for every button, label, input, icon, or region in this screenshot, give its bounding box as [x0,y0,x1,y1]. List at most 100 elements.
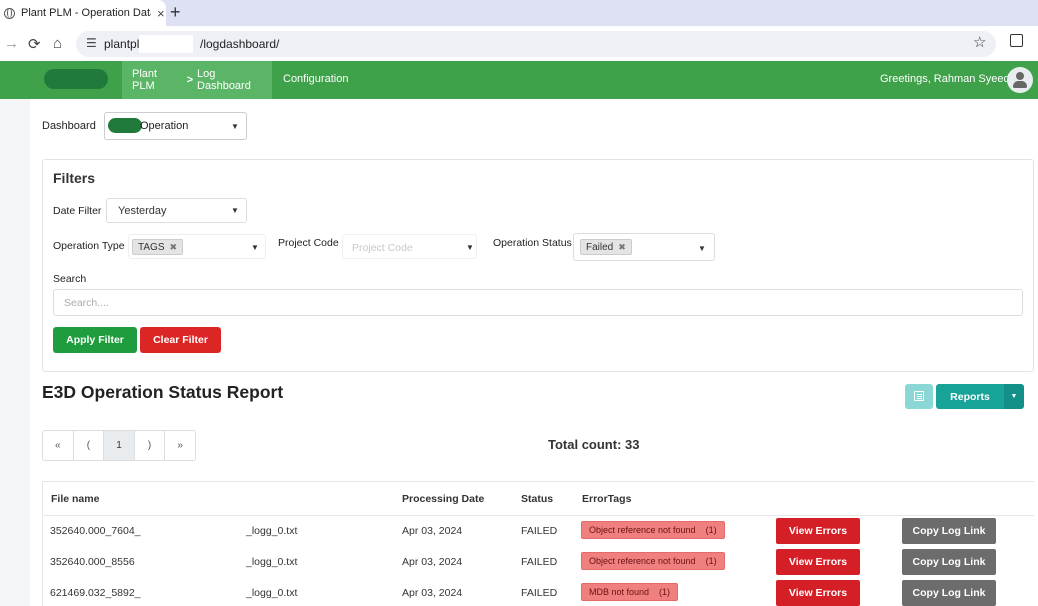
browser-tab[interactable]: Plant PLM - Operation Data Analysis × [0,0,166,26]
view-errors-button[interactable]: View Errors [776,580,860,606]
site-settings-icon[interactable]: ☰ [86,36,97,50]
list-icon [914,391,924,401]
error-tag-label: Object reference not found [589,525,696,535]
apply-filter-button[interactable]: Apply Filter [53,327,137,353]
row-file-name-end: _logg_0.txt [246,556,298,568]
divider [43,515,1034,516]
row-processing-date: Apr 03, 2024 [402,556,463,568]
caret-down-icon: ▼ [231,122,239,131]
operation-status-chip[interactable]: Failed ✖ [580,239,632,255]
breadcrumb[interactable]: Plant PLM > Log Dashboard [122,61,272,99]
operation-status-label: Operation Status [493,237,572,249]
caret-down-icon: ▼ [466,243,474,252]
copy-log-link-button[interactable]: Copy Log Link [902,518,996,544]
error-tag-count: (1) [659,587,671,597]
new-tab-button[interactable]: + [170,2,181,23]
row-file-name-end: _logg_0.txt [246,525,298,537]
report-title: E3D Operation Status Report [42,382,284,402]
redacted-region [139,35,193,53]
back-arrow-icon[interactable]: → [4,35,19,52]
project-code-select[interactable]: Project Code ▼ [342,234,477,259]
filters-title: Filters [53,170,96,186]
company-logo [44,69,108,89]
date-filter-select[interactable]: Yesterday ▼ [106,198,247,223]
address-toolbar: → ⟳ ⌂ ☰ plantplm /logdashboard/ ☆ [0,26,1038,61]
date-filter-label: Date Filter [53,205,102,217]
row-processing-date: Apr 03, 2024 [402,525,463,537]
user-greeting: Greetings, Rahman Syeedur [880,73,1020,85]
view-errors-button[interactable]: View Errors [776,518,860,544]
page-number-button[interactable]: 1 [104,431,135,460]
row-status: FAILED [521,525,558,537]
dashboard-select[interactable]: Operation ▼ [104,112,247,140]
browser-tab-strip: Plant PLM - Operation Data Analysis × + [0,0,1038,26]
row-file-name-start: 352640.000_7604_ [50,525,141,537]
error-tag-badge: Object reference not found (1) [581,552,725,570]
copy-log-link-button[interactable]: Copy Log Link [902,580,996,606]
app-header: Plant PLM > Log Dashboard Configuration … [0,61,1038,99]
total-count: Total count: 33 [548,437,640,452]
search-label: Search [53,273,87,285]
page-first-button[interactable]: « [43,431,74,460]
list-view-button[interactable] [905,384,933,409]
reports-dropdown-toggle[interactable]: ▼ [1004,384,1024,409]
chevron-right-icon: > [186,74,194,86]
redacted-region [108,118,142,133]
dashboard-label: Dashboard [42,120,96,132]
remove-chip-icon[interactable]: ✖ [169,242,177,253]
nav-configuration[interactable]: Configuration [283,73,348,85]
row-processing-date: Apr 03, 2024 [402,587,463,599]
operation-type-label: Operation Type [53,240,125,252]
operation-type-select[interactable]: TAGS ✖ ▼ [128,234,266,259]
row-status: FAILED [521,587,558,599]
column-header-status: Status [521,493,554,505]
row-status: FAILED [521,556,558,568]
pagination: « ( 1 ) » [42,430,196,461]
error-tag-badge: MDB not found (1) [581,583,679,601]
caret-down-icon: ▼ [231,206,239,215]
page-prev-button[interactable]: ( [74,431,105,460]
reports-button[interactable]: Reports [936,384,1004,409]
view-errors-button[interactable]: View Errors [776,549,860,575]
operation-type-chip[interactable]: TAGS ✖ [132,239,184,255]
bookmark-star-icon[interactable]: ☆ [973,33,986,51]
page-last-button[interactable]: » [165,431,195,460]
close-tab-icon[interactable]: × [157,6,165,21]
breadcrumb-app: Plant PLM [132,68,158,92]
tab-title: Plant PLM - Operation Data Analysis [21,7,151,19]
row-file-name-start: 621469.032_5892_ [50,587,141,599]
error-tag-label: Object reference not found [589,556,696,566]
column-header-file-name: File name [51,493,100,505]
date-filter-value: Yesterday [118,205,167,217]
caret-down-icon: ▼ [698,244,706,253]
caret-down-icon: ▼ [251,243,259,252]
url-field[interactable]: ☰ plantplm /logdashboard/ [76,31,996,57]
column-header-processing-date: Processing Date [402,493,485,505]
reload-icon[interactable]: ⟳ [28,35,41,53]
home-icon[interactable]: ⌂ [53,35,62,52]
row-file-name-end: _logg_0.txt [246,587,298,599]
extensions-icon[interactable] [1010,34,1023,47]
row-file-name-start: 352640.000_8556 [50,556,135,568]
error-tag-count: (1) [705,556,717,566]
breadcrumb-page: Log Dashboard [197,68,251,92]
copy-log-link-button[interactable]: Copy Log Link [902,549,996,575]
clear-filter-button[interactable]: Clear Filter [140,327,221,353]
chip-label: Failed [586,241,614,253]
error-tag-count: (1) [705,525,717,535]
project-code-placeholder: Project Code [352,242,413,254]
left-gutter [0,99,30,606]
operation-status-select[interactable]: Failed ✖ ▼ [573,233,715,261]
dashboard-selected: Operation [140,120,189,132]
chip-label: TAGS [138,241,165,253]
project-code-label: Project Code [278,237,339,249]
remove-chip-icon[interactable]: ✖ [618,242,626,253]
page-next-button[interactable]: ) [135,431,166,460]
error-tag-label: MDB not found [589,587,650,597]
url-suffix: /logdashboard/ [200,37,280,51]
search-input[interactable] [53,289,1023,316]
user-avatar-icon[interactable] [1007,67,1033,93]
column-header-error-tags: ErrorTags [582,493,632,505]
globe-icon [4,7,15,19]
error-tag-badge: Object reference not found (1) [581,521,725,539]
